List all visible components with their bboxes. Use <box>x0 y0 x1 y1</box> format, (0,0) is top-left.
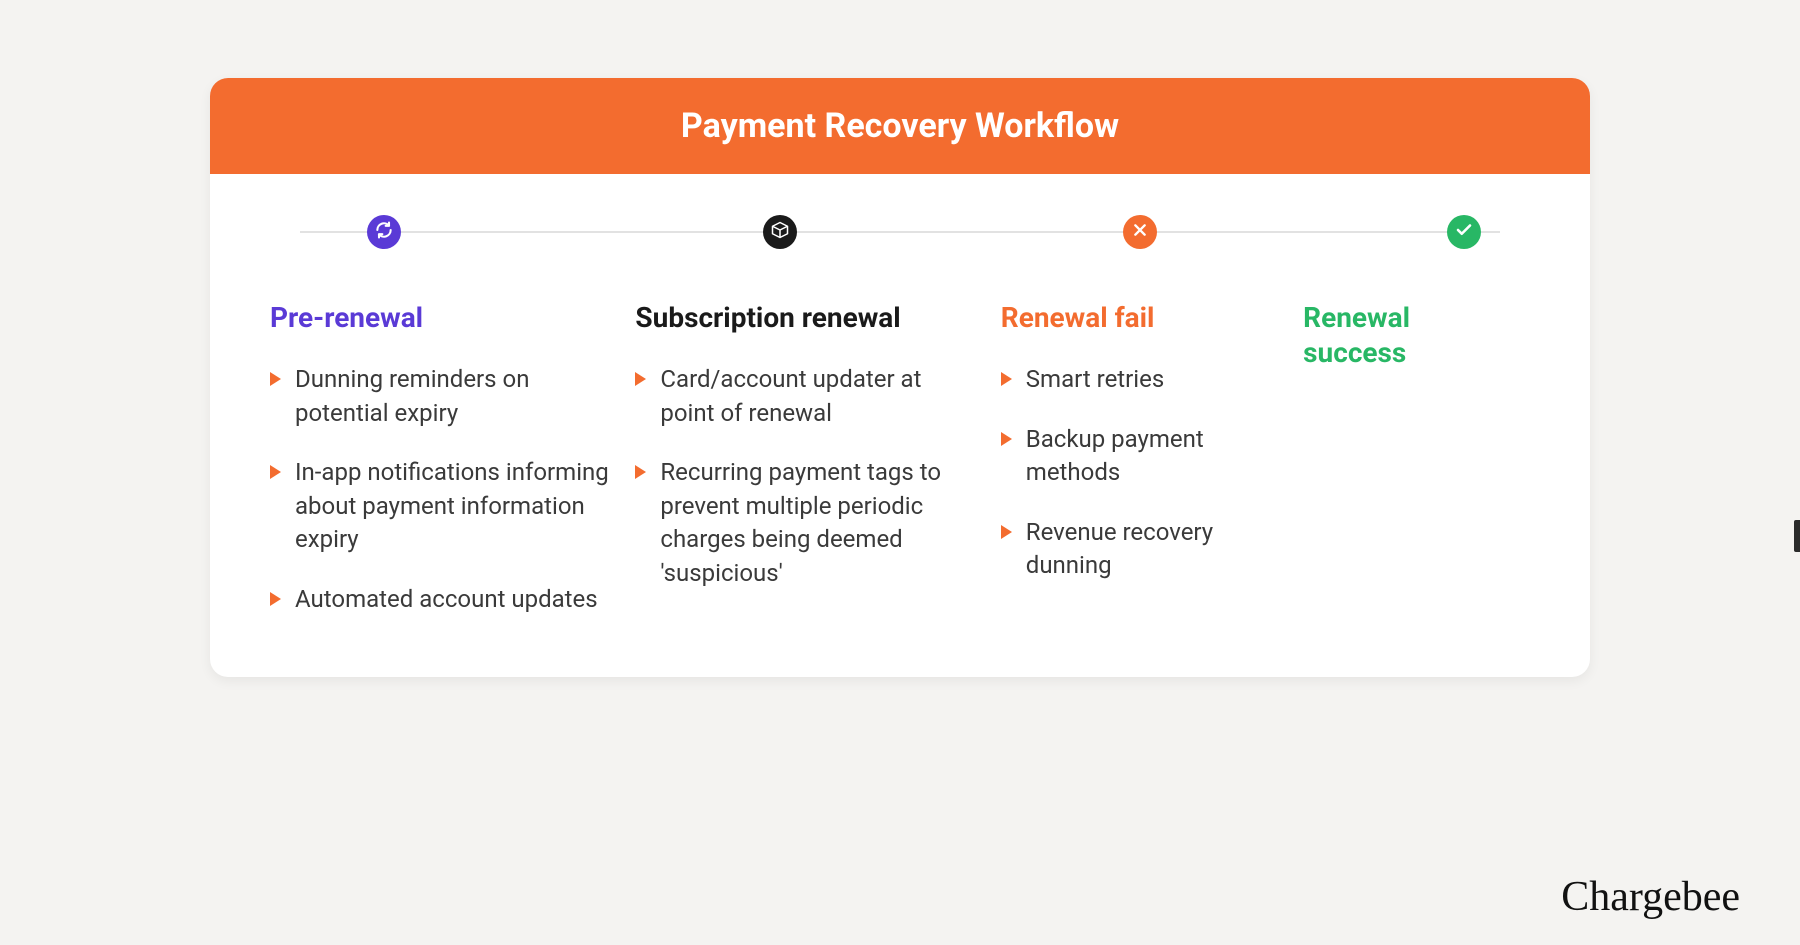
timeline-line <box>300 231 1500 233</box>
arrow-icon <box>1001 372 1012 386</box>
list-item: Dunning reminders on potential expiry <box>270 363 615 430</box>
column-2: Renewal fail Smart retries Backup payment … <box>1001 300 1303 617</box>
arrow-icon <box>1001 525 1012 539</box>
timeline-node-2 <box>1123 215 1157 249</box>
arrow-icon <box>635 372 646 386</box>
x-icon <box>1132 222 1148 242</box>
bullet-text: Automated account updates <box>295 583 598 617</box>
edge-marker <box>1794 520 1800 552</box>
check-icon <box>1455 221 1473 243</box>
columns-container: Pre-renewal Dunning reminders on potentia… <box>270 300 1530 617</box>
list-item: Recurring payment tags to prevent multip… <box>635 456 980 590</box>
list-item: Revenue recovery dunning <box>1001 516 1283 583</box>
bullet-text: Dunning reminders on potential expiry <box>295 363 615 430</box>
bullet-text: In-app notifications informing about pay… <box>295 456 615 557</box>
list-item: Card/account updater at point of renewal <box>635 363 980 430</box>
column-title: Renewal fail <box>1001 300 1283 335</box>
bullet-text: Revenue recovery dunning <box>1026 516 1283 583</box>
card-title: Payment Recovery Workflow <box>210 78 1590 174</box>
bullet-text: Recurring payment tags to prevent multip… <box>660 456 980 590</box>
arrow-icon <box>270 465 281 479</box>
arrow-icon <box>270 592 281 606</box>
refresh-icon <box>374 220 394 244</box>
list-item: Backup payment methods <box>1001 423 1283 490</box>
brand-logo: Chargebee <box>1561 873 1740 921</box>
column-3: Renewal success <box>1303 300 1530 617</box>
bullet-list: Dunning reminders on potential expiry In-… <box>270 363 615 617</box>
arrow-icon <box>1001 432 1012 446</box>
box-icon <box>771 221 789 243</box>
bullet-list: Card/account updater at point of renewal… <box>635 363 980 591</box>
card-body: Pre-renewal Dunning reminders on potentia… <box>210 174 1590 677</box>
timeline-node-0 <box>367 215 401 249</box>
timeline <box>300 214 1500 250</box>
bullet-text: Card/account updater at point of renewal <box>660 363 980 430</box>
bullet-text: Backup payment methods <box>1026 423 1283 490</box>
column-1: Subscription renewal Card/account updater… <box>635 300 1000 617</box>
timeline-node-3 <box>1447 215 1481 249</box>
column-title: Renewal success <box>1303 300 1510 370</box>
workflow-card: Payment Recovery Workflow Pre-renewal Dun… <box>210 78 1590 677</box>
column-0: Pre-renewal Dunning reminders on potentia… <box>270 300 635 617</box>
column-title: Subscription renewal <box>635 300 980 335</box>
bullet-list: Smart retries Backup payment methods Reven… <box>1001 363 1283 583</box>
arrow-icon <box>635 465 646 479</box>
column-title: Pre-renewal <box>270 300 615 335</box>
arrow-icon <box>270 372 281 386</box>
list-item: Smart retries <box>1001 363 1283 397</box>
list-item: Automated account updates <box>270 583 615 617</box>
list-item: In-app notifications informing about pay… <box>270 456 615 557</box>
timeline-node-1 <box>763 215 797 249</box>
bullet-text: Smart retries <box>1026 363 1164 397</box>
